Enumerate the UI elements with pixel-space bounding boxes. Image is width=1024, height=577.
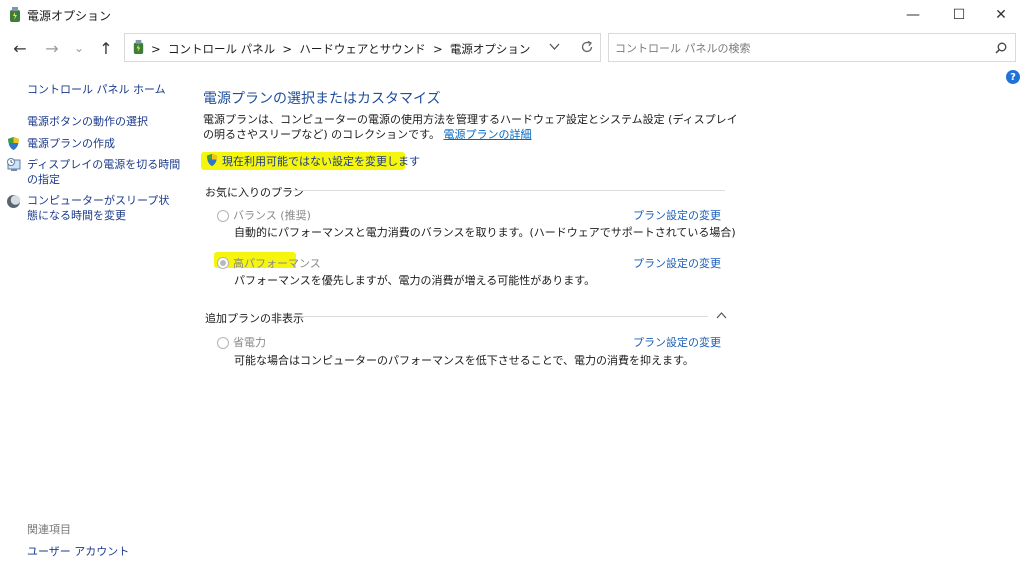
help-icon[interactable]: ? xyxy=(1006,70,1020,84)
plan-power-saver-settings-link[interactable]: プラン設定の変更 xyxy=(633,334,721,350)
search-box[interactable] xyxy=(608,33,1016,62)
create-power-plan-link[interactable]: 電源プランの作成 xyxy=(27,136,115,151)
close-button[interactable]: ✕ xyxy=(978,0,1024,30)
plan-power-saver-name: 省電力 xyxy=(233,336,266,349)
collapse-chevron-icon[interactable] xyxy=(716,311,727,319)
control-panel-home-link[interactable]: コントロール パネル ホーム xyxy=(27,82,166,97)
forward-button[interactable]: → xyxy=(40,36,64,60)
address-dropdown-icon[interactable] xyxy=(549,43,560,51)
breadcrumb-separator: > xyxy=(432,42,443,56)
search-icon[interactable] xyxy=(995,42,1007,54)
plan-high-performance-description: パフォーマンスを優先しますが、電力の消費が増える可能性があります。 xyxy=(234,274,596,287)
page-description: 電源プランは、コンピューターの電源の使用方法を管理するハードウェア設定とシステム… xyxy=(203,112,743,142)
sleep-time-link[interactable]: コンピューターがスリープ状態になる時間を変更 xyxy=(27,193,177,223)
related-header: 関連項目 xyxy=(27,523,71,536)
refresh-icon[interactable] xyxy=(580,40,594,54)
back-button[interactable]: ← xyxy=(8,36,32,60)
choose-power-button-link[interactable]: 電源ボタンの動作の選択 xyxy=(27,114,148,129)
breadcrumb-hardware-sound[interactable]: ハードウェアとサウンド xyxy=(299,42,425,56)
plan-power-saver-radio[interactable] xyxy=(217,337,229,349)
plan-balanced-description: 自動的にパフォーマンスと電力消費のバランスを取ります。(ハードウェアでサポートさ… xyxy=(234,226,736,239)
shield-icon xyxy=(8,137,19,150)
hidden-plans-label: 追加プランの非表示 xyxy=(205,312,304,325)
divider xyxy=(300,316,708,317)
plan-balanced-name: バランス (推奨) xyxy=(233,209,311,222)
change-unavailable-settings-link[interactable]: 現在利用可能ではない設定を変更します xyxy=(222,153,420,169)
minimize-button[interactable]: — xyxy=(890,0,936,30)
display-off-time-link[interactable]: ディスプレイの電源を切る時間の指定 xyxy=(27,157,187,187)
plan-balanced-radio[interactable] xyxy=(217,210,229,222)
breadcrumb-separator: > xyxy=(282,42,293,56)
sleep-moon-icon xyxy=(7,195,21,208)
favorites-label: お気に入りのプラン xyxy=(205,186,304,199)
breadcrumb-separator: > xyxy=(151,42,161,56)
window-title: 電源オプション xyxy=(27,9,112,23)
power-options-icon xyxy=(10,7,20,22)
control-panel-icon xyxy=(133,39,144,55)
title-bar: 電源オプション — ☐ ✕ xyxy=(0,0,1024,30)
shield-icon xyxy=(206,153,218,167)
display-clock-icon xyxy=(7,158,21,171)
user-accounts-link[interactable]: ユーザー アカウント xyxy=(27,544,129,559)
up-button[interactable]: ↑ xyxy=(94,36,118,60)
plan-power-saver-description: 可能な場合はコンピューターのパフォーマンスを低下させることで、電力の消費を抑えま… xyxy=(234,354,694,367)
breadcrumb-control-panel[interactable]: コントロール パネル xyxy=(168,42,275,56)
recent-locations-button[interactable]: ⌄ xyxy=(67,36,91,60)
maximize-button[interactable]: ☐ xyxy=(936,0,982,30)
page-title: 電源プランの選択またはカスタマイズ xyxy=(203,91,441,107)
address-bar[interactable]: > コントロール パネル > ハードウェアとサウンド > 電源オプション xyxy=(124,33,601,62)
divider xyxy=(293,190,725,191)
breadcrumb: > コントロール パネル > ハードウェアとサウンド > 電源オプション xyxy=(151,41,530,57)
plan-high-performance-settings-link[interactable]: プラン設定の変更 xyxy=(633,255,721,271)
plan-high-performance-name: 高パフォーマンス xyxy=(233,257,321,270)
breadcrumb-power-options[interactable]: 電源オプション xyxy=(450,42,531,56)
search-input[interactable] xyxy=(613,36,987,61)
plan-high-performance-radio[interactable] xyxy=(217,257,229,269)
power-plan-details-link[interactable]: 電源プランの詳細 xyxy=(444,128,532,141)
plan-balanced-settings-link[interactable]: プラン設定の変更 xyxy=(633,207,721,223)
